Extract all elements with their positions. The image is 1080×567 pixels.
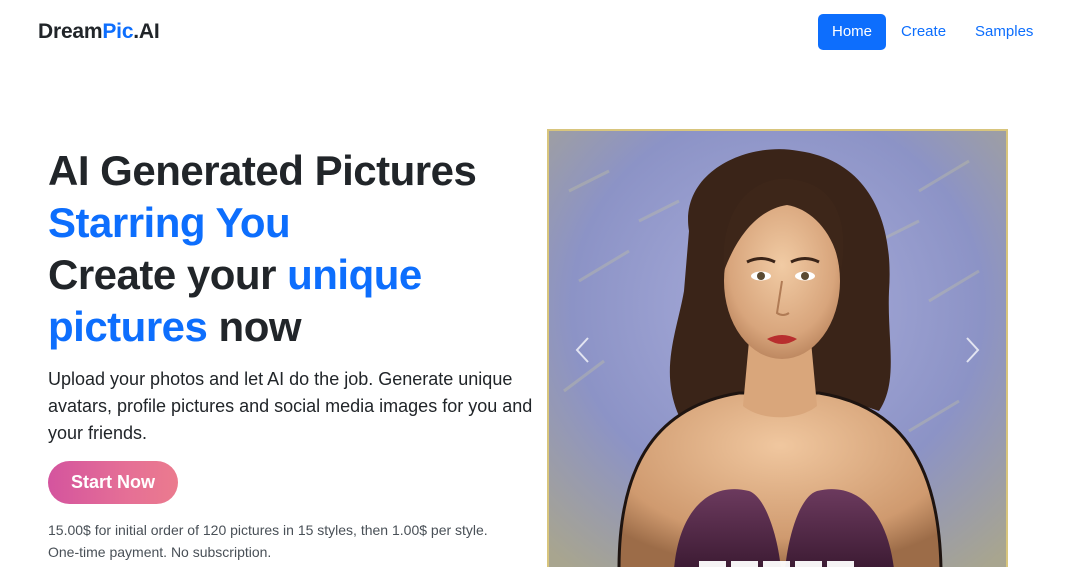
pricing-note-line1: 15.00$ for initial order of 120 pictures… [48, 522, 488, 538]
chevron-left-icon [575, 337, 589, 363]
hero-title-line2: Starring You [48, 199, 291, 246]
nav-samples-link[interactable]: Samples [961, 14, 1047, 50]
hero-title: AI Generated Pictures Starring You Creat… [48, 145, 518, 353]
sample-carousel [547, 129, 1008, 567]
main-nav: Home Create Samples [818, 14, 1048, 50]
carousel-indicator-2[interactable] [731, 561, 758, 567]
carousel-indicator-3[interactable] [763, 561, 790, 567]
brand-logo[interactable]: DreamPic.AI [38, 20, 160, 44]
brand-text-ai: .AI [133, 20, 160, 43]
nav-home-link[interactable]: Home [818, 14, 887, 50]
carousel-prev-button[interactable] [570, 330, 594, 370]
brand-text-dream: Dream [38, 20, 103, 43]
hero-title-line4a: pictures [48, 303, 208, 350]
carousel-indicators [699, 561, 854, 567]
ai-generated-portrait-image [549, 131, 1006, 567]
hero-lead: Upload your photos and let AI do the job… [48, 369, 533, 443]
pricing-note-line2: One-time payment. No subscription. [48, 544, 272, 560]
carousel-indicator-5[interactable] [827, 561, 854, 567]
nav-create-link[interactable]: Create [887, 14, 960, 50]
hero-title-line3a: Create your [48, 251, 288, 298]
carousel-indicator-4[interactable] [795, 561, 822, 567]
brand-text-pic: Pic [102, 20, 134, 43]
carousel-next-button[interactable] [961, 330, 985, 370]
start-now-button[interactable]: Start Now [48, 461, 178, 504]
pricing-note: 15.00$ for initial order of 120 pictures… [48, 519, 568, 563]
hero-title-line4b: now [207, 303, 302, 350]
navbar: DreamPic.AI Home Create Samples [0, 0, 1080, 66]
page: DreamPic.AI Home Create Samples AI Gener… [0, 0, 1080, 567]
hero-title-line3b: unique [287, 251, 422, 298]
hero-title-line1: AI Generated Pictures [48, 147, 477, 194]
chevron-right-icon [966, 337, 980, 363]
carousel-indicator-1[interactable] [699, 561, 726, 567]
